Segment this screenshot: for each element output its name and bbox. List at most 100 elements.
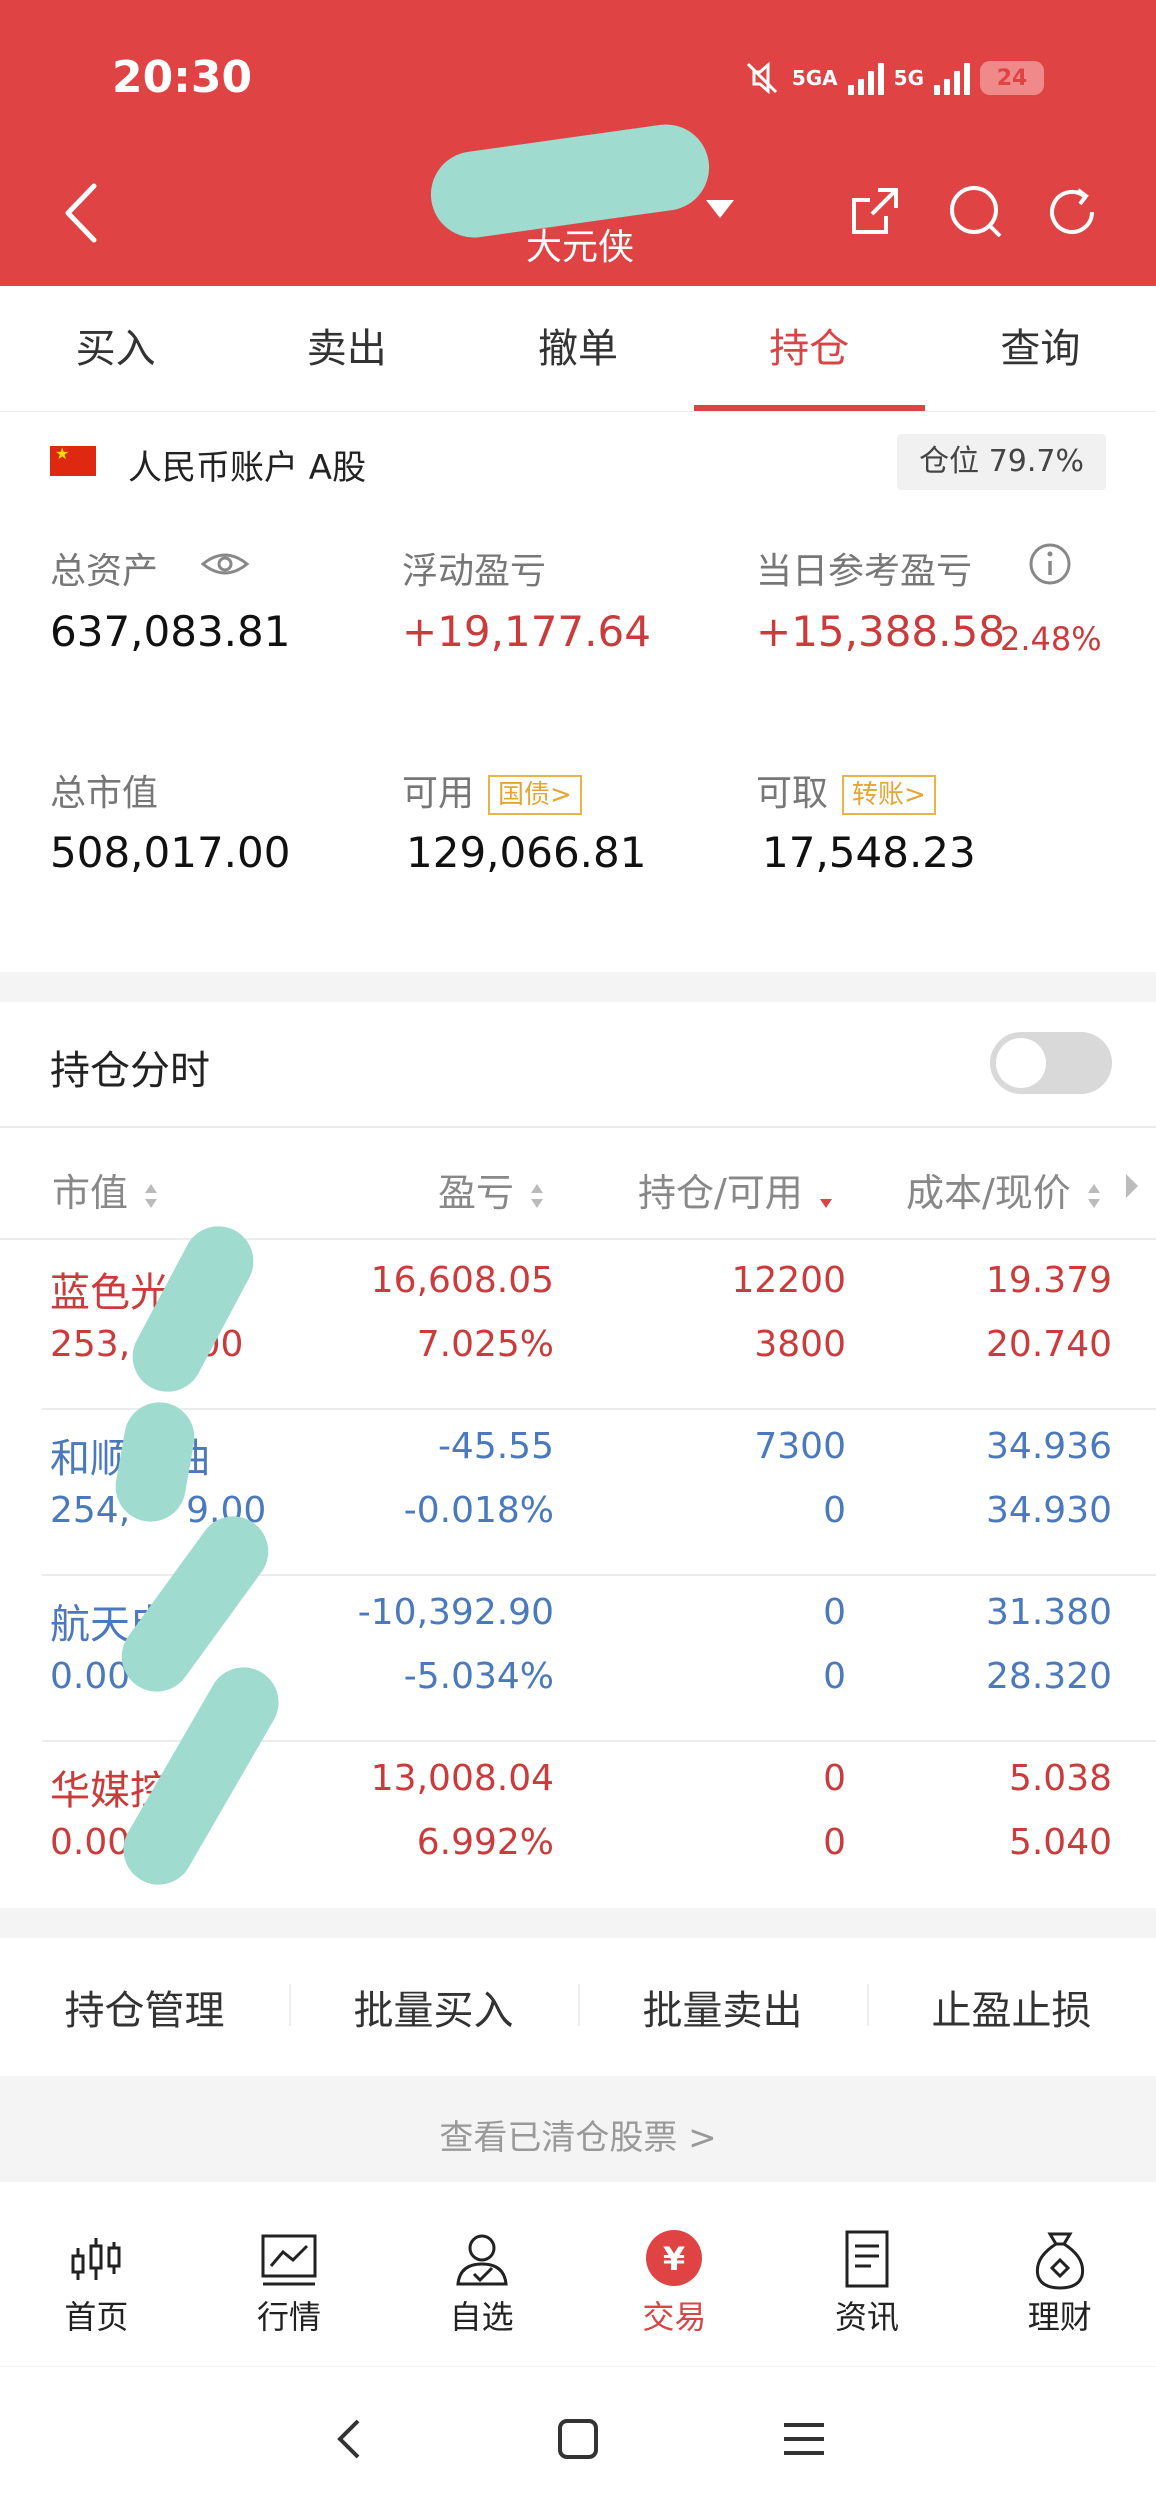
stock-price: 20.740 (986, 1324, 1112, 1365)
system-nav-bar (0, 2366, 1156, 2510)
chart-icon (261, 2234, 317, 2286)
batch-sell-button[interactable]: 批量卖出 (578, 1978, 867, 2036)
network-label-1: 5GA (791, 66, 838, 90)
account-summary: 人民币账户 A股 仓位 79.7% 总资产 637,083.81 浮动盈亏 +1… (0, 412, 1156, 972)
total-assets-value: 637,083.81 (50, 607, 291, 656)
stock-market-value: 0.00 (50, 1656, 131, 1697)
nav-market-label: 行情 (257, 2298, 322, 2336)
daily-pl-value: +15,388.58 (756, 607, 1005, 656)
app-header: 20:30 5GA 5G 24 大元侠 (0, 0, 1156, 286)
tab-sell[interactable]: 卖出 (231, 286, 462, 411)
caret-down-icon[interactable] (706, 200, 734, 218)
nav-home-label: 首页 (64, 2298, 129, 2336)
back-arrow-icon[interactable] (56, 178, 106, 248)
divider (0, 1238, 1156, 1240)
scroll-right-icon[interactable] (1124, 1172, 1140, 1200)
col-position-available-label: 持仓/可用 (638, 1171, 803, 1215)
svg-text:¥: ¥ (663, 2240, 685, 2278)
total-assets-label: 总资产 (50, 551, 159, 592)
system-back-icon[interactable] (318, 2407, 382, 2471)
candlestick-icon (71, 2238, 121, 2280)
nav-trade[interactable]: ¥ 交易 (578, 2182, 771, 2366)
col-profit-loss-label: 盈亏 (438, 1171, 515, 1215)
floating-pl-value: +19,177.64 (402, 607, 651, 656)
stock-cost: 5.038 (1008, 1758, 1112, 1799)
transfer-button[interactable]: 转账> (842, 775, 936, 815)
intraday-toggle[interactable] (990, 1032, 1112, 1094)
stock-price: 5.040 (1008, 1822, 1112, 1863)
withdrawable-value: 17,548.23 (762, 828, 976, 877)
document-icon (845, 2230, 889, 2288)
nav-home[interactable]: 首页 (0, 2182, 193, 2366)
nav-news[interactable]: 资讯 (771, 2182, 964, 2366)
treasury-bond-button[interactable]: 国债> (488, 775, 582, 815)
sort-icon (1087, 1183, 1100, 1208)
tab-buy[interactable]: 买入 (0, 286, 231, 411)
daily-pl-percent: 2.48% (1000, 620, 1102, 658)
batch-buy-button[interactable]: 批量买入 (289, 1978, 578, 2036)
tab-holdings[interactable]: 持仓 (693, 286, 926, 411)
stock-pl-pct: 7.025% (416, 1324, 554, 1365)
nav-market[interactable]: 行情 (193, 2182, 386, 2366)
holdings-section: 持仓分时 市值 盈亏 持仓/可用 成本/现价 蓝色光标 253, .00 16,6… (0, 1002, 1156, 1908)
available-label: 可用 国债> (402, 764, 582, 816)
stock-cost: 19.379 (986, 1260, 1112, 1301)
cleared-stocks-link[interactable]: 查看已清仓股票 > (0, 2110, 1156, 2159)
divider (0, 1126, 1156, 1128)
stock-quantity: 0 (823, 1592, 846, 1633)
info-icon[interactable] (1028, 542, 1072, 586)
col-position-available[interactable]: 持仓/可用 (638, 1162, 833, 1217)
account-label: 人民币账户 A股 (128, 448, 367, 488)
withdrawable-label-text: 可取 (756, 773, 829, 814)
floating-pl-label: 浮动盈亏 (402, 551, 547, 592)
nav-watchlist-label: 自选 (449, 2298, 514, 2336)
refresh-icon[interactable] (1040, 180, 1104, 244)
holdings-actions: 持仓管理 批量买入 批量卖出 止盈止损 (0, 1938, 1156, 2076)
sort-icon (145, 1183, 158, 1208)
take-profit-stop-loss-button[interactable]: 止盈止损 (867, 1978, 1156, 2036)
person-icon (456, 2234, 508, 2286)
stock-pl: 13,008.04 (370, 1758, 554, 1799)
yuan-icon: ¥ (646, 2230, 703, 2286)
stock-pl-pct: 6.992% (416, 1822, 554, 1863)
market-value-label: 总市值 (50, 773, 159, 814)
share-icon[interactable] (842, 180, 906, 244)
col-profit-loss[interactable]: 盈亏 (438, 1162, 544, 1217)
nav-wealth[interactable]: 理财 (963, 2182, 1156, 2366)
eye-icon[interactable] (200, 546, 250, 582)
stock-available: 3800 (754, 1324, 846, 1365)
tab-query[interactable]: 查询 (925, 286, 1156, 411)
stock-market-value: 0.00 (50, 1822, 131, 1863)
stock-quantity: 7300 (754, 1426, 846, 1467)
stock-available: 0 (823, 1490, 846, 1531)
moneybag-icon (1035, 2232, 1084, 2290)
col-market-value-label: 市值 (52, 1171, 129, 1215)
col-cost-price-label: 成本/现价 (906, 1171, 1071, 1215)
stock-pl: 16,608.05 (370, 1260, 554, 1301)
account-row: 人民币账户 A股 仓位 79.7% (50, 432, 1106, 490)
signal-icon-2 (934, 61, 970, 95)
stock-pl-pct: -0.018% (403, 1490, 554, 1531)
available-value: 129,066.81 (406, 828, 647, 877)
nav-trade-label: 交易 (642, 2298, 707, 2336)
position-ratio-badge: 仓位 79.7% (897, 434, 1106, 490)
col-cost-price[interactable]: 成本/现价 (906, 1162, 1101, 1217)
divider (42, 1408, 1156, 1410)
nav-watchlist[interactable]: 自选 (385, 2182, 578, 2366)
system-home-icon[interactable] (546, 2407, 610, 2471)
stock-quantity: 0 (823, 1758, 846, 1799)
position-management-button[interactable]: 持仓管理 (0, 1978, 289, 2036)
system-menu-icon[interactable] (772, 2407, 836, 2471)
battery-icon: 24 (980, 61, 1044, 95)
stock-price: 28.320 (986, 1656, 1112, 1697)
china-flag-icon (50, 444, 96, 476)
withdrawable-label: 可取 转账> (756, 764, 936, 816)
stock-available: 0 (823, 1656, 846, 1697)
search-icon[interactable] (944, 180, 1008, 244)
network-label-2: 5G (893, 66, 924, 90)
tab-cancel[interactable]: 撤单 (462, 286, 693, 411)
col-market-value[interactable]: 市值 (52, 1162, 158, 1217)
stock-cost: 31.380 (986, 1592, 1112, 1633)
nav-news-label: 资讯 (835, 2298, 900, 2336)
stock-cost: 34.936 (986, 1426, 1112, 1467)
